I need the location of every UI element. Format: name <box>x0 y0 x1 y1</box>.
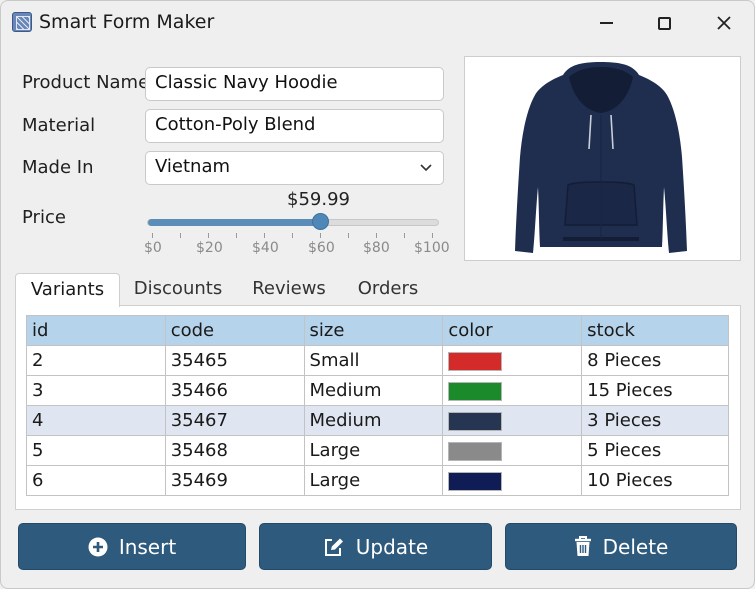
window-title: Smart Form Maker <box>39 11 215 33</box>
cell-code: 35468 <box>164 435 305 466</box>
product-name-label: Product Name <box>22 72 150 93</box>
cell-size: Small <box>303 345 444 376</box>
cell-stock: 10 Pieces <box>581 465 729 496</box>
slider-tick <box>208 233 209 238</box>
column-header-color[interactable]: color <box>442 315 583 346</box>
column-header-code[interactable]: code <box>164 315 305 346</box>
slider-tick <box>404 233 405 238</box>
cell-size: Large <box>303 465 444 496</box>
chevron-down-icon <box>420 164 432 172</box>
material-label: Material <box>22 115 96 136</box>
slider-tick-label: $60 <box>308 240 335 256</box>
color-swatch <box>448 471 503 491</box>
delete-button[interactable]: Delete <box>505 523 737 570</box>
cell-code: 35467 <box>164 405 305 436</box>
slider-tick <box>292 233 293 238</box>
table-row[interactable]: 3 35466 Medium 15 Pieces <box>26 375 729 406</box>
made-in-label: Made In <box>22 157 94 178</box>
cell-color <box>442 345 583 376</box>
cell-stock: 8 Pieces <box>581 345 729 376</box>
product-image-panel <box>464 56 741 261</box>
edit-icon <box>324 538 343 556</box>
price-slider-fill <box>148 219 316 226</box>
product-name-field[interactable]: Classic Navy Hoodie <box>145 67 444 101</box>
update-button-label: Update <box>355 534 429 559</box>
cell-code: 35469 <box>164 465 305 496</box>
cell-id: 4 <box>26 405 166 436</box>
minimize-button[interactable] <box>586 9 626 37</box>
hoodie-image <box>515 62 687 253</box>
cell-size: Large <box>303 435 444 466</box>
cell-code: 35466 <box>164 375 305 406</box>
table-header-row: id code size color stock <box>26 315 729 346</box>
insert-button[interactable]: Insert <box>18 523 246 570</box>
slider-tick-label: $0 <box>144 240 162 256</box>
table-row[interactable]: 6 35469 Large 10 Pieces <box>26 465 729 496</box>
color-swatch <box>448 411 503 431</box>
cell-id: 6 <box>26 465 166 496</box>
slider-tick-label: $80 <box>363 240 390 256</box>
made-in-select[interactable]: Vietnam <box>145 151 444 185</box>
cell-stock: 5 Pieces <box>581 435 729 466</box>
slider-tick <box>432 233 433 238</box>
table-row-selected[interactable]: 4 35467 Medium 3 Pieces <box>26 405 729 436</box>
minimize-icon <box>599 22 613 24</box>
maximize-icon <box>657 16 671 30</box>
cell-color <box>442 435 583 466</box>
delete-button-label: Delete <box>602 534 669 559</box>
cell-id: 5 <box>26 435 166 466</box>
close-button[interactable] <box>704 9 744 37</box>
cell-id: 3 <box>26 375 166 406</box>
cell-stock: 15 Pieces <box>581 375 729 406</box>
slider-tick-label: $20 <box>196 240 223 256</box>
price-value: $59.99 <box>287 189 350 210</box>
slider-tick <box>320 233 321 238</box>
slider-tick <box>236 233 237 238</box>
cell-color <box>442 465 583 496</box>
variants-table: id code size color stock 2 35465 Small 8… <box>26 315 729 496</box>
color-swatch <box>448 381 503 401</box>
table-row[interactable]: 5 35468 Large 5 Pieces <box>26 435 729 466</box>
tab-reviews[interactable]: Reviews <box>245 273 333 307</box>
maximize-button[interactable] <box>644 9 684 37</box>
tab-orders[interactable]: Orders <box>349 273 427 307</box>
cell-size: Medium <box>303 405 444 436</box>
slider-tick-label: $100 <box>414 240 450 256</box>
close-icon <box>717 16 731 30</box>
variants-tab-panel: id code size color stock 2 35465 Small 8… <box>15 305 741 510</box>
price-slider-thumb[interactable] <box>312 213 330 230</box>
tab-discounts[interactable]: Discounts <box>129 273 227 307</box>
slider-tick <box>264 233 265 238</box>
slider-tick <box>348 233 349 238</box>
price-label: Price <box>22 207 66 228</box>
cell-stock: 3 Pieces <box>581 405 729 436</box>
slider-tick <box>180 233 181 238</box>
cell-size: Medium <box>303 375 444 406</box>
slider-tick <box>152 233 153 238</box>
column-header-size[interactable]: size <box>303 315 444 346</box>
insert-button-label: Insert <box>118 534 177 559</box>
title-bar[interactable]: Smart Form Maker <box>1 1 754 45</box>
cell-color <box>442 375 583 406</box>
price-slider-track[interactable] <box>147 219 439 226</box>
color-swatch <box>448 441 503 461</box>
cell-code: 35465 <box>164 345 305 376</box>
material-field[interactable]: Cotton-Poly Blend <box>145 109 444 143</box>
app-icon <box>12 12 32 32</box>
slider-tick <box>376 233 377 238</box>
column-header-stock[interactable]: stock <box>581 315 729 346</box>
plus-circle-icon <box>88 537 108 556</box>
slider-tick-label: $40 <box>252 240 279 256</box>
color-swatch <box>448 351 503 371</box>
trash-icon <box>574 536 591 556</box>
app-window: Smart Form Maker Product Name Classic Na… <box>0 0 755 589</box>
table-row[interactable]: 2 35465 Small 8 Pieces <box>26 345 729 376</box>
cell-color <box>442 405 583 436</box>
column-header-id[interactable]: id <box>26 315 166 346</box>
made-in-selected-value: Vietnam <box>155 156 231 177</box>
tab-variants[interactable]: Variants <box>15 273 120 307</box>
update-button[interactable]: Update <box>259 523 492 570</box>
cell-id: 2 <box>26 345 166 376</box>
